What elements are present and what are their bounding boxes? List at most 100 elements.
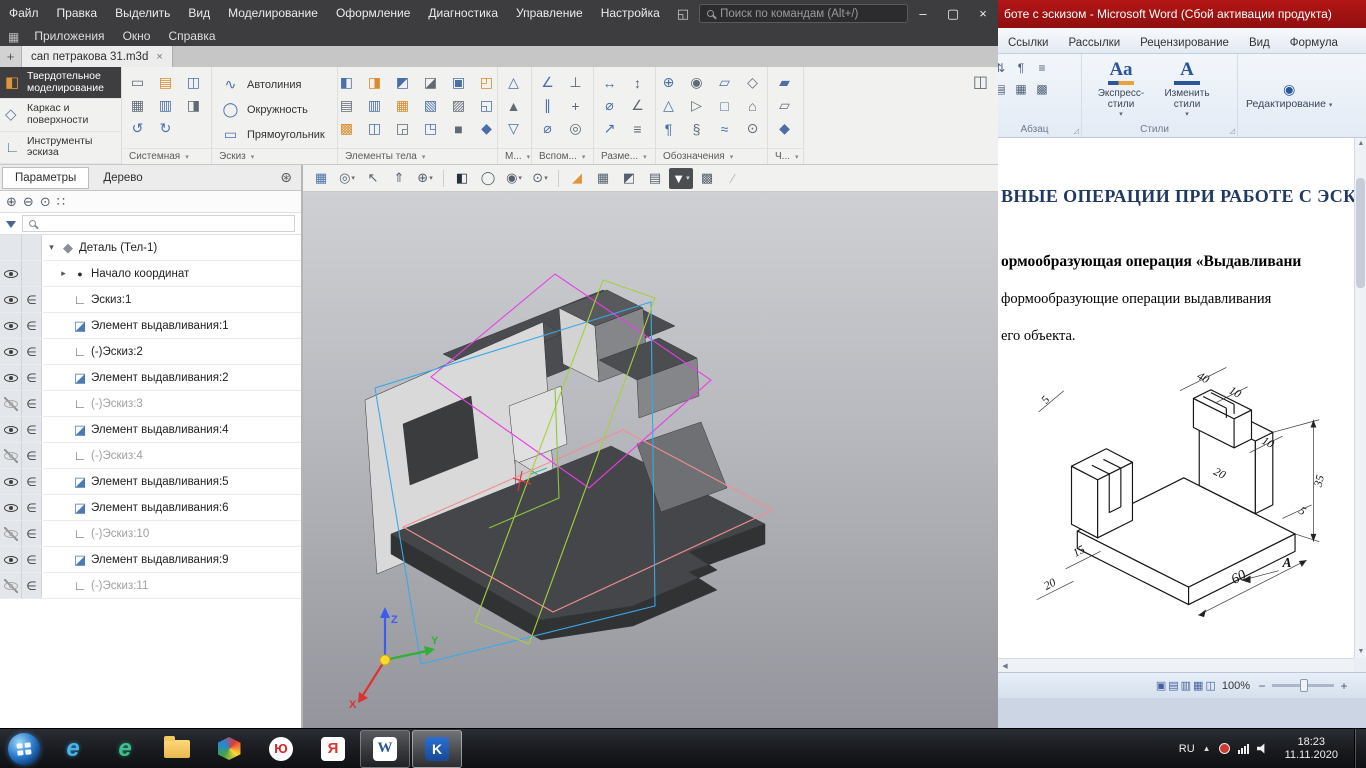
tree-item-label[interactable]: Элемент выдавливания:1 <box>91 320 229 332</box>
viewport-tool-icon[interactable]: ⇑ <box>387 168 411 189</box>
ribbon-tab[interactable]: Рассылки <box>1059 33 1131 53</box>
tree-item-label[interactable]: (-)Эскиз:2 <box>91 346 143 358</box>
toolbar-group-label[interactable]: Эскиз <box>212 148 337 164</box>
toolbar-overflow-icon[interactable]: ◫ <box>973 72 988 92</box>
toolbar-icon[interactable]: ◨ <box>182 95 205 116</box>
tree-item-label[interactable]: Элемент выдавливания:4 <box>91 424 229 436</box>
zoom-out-button[interactable]: − <box>1256 679 1268 693</box>
ribbon-tab[interactable]: Формула <box>1280 33 1348 53</box>
toolbar-icon[interactable]: + <box>564 95 587 116</box>
paragraph-tool-icon[interactable]: ▩ <box>1032 79 1052 99</box>
toolbar-icon[interactable]: ∥ <box>536 95 559 116</box>
toolbar-icon[interactable]: ◰ <box>475 72 498 93</box>
toolbar-icon[interactable]: ▱ <box>773 95 796 116</box>
paragraph-tool-icon[interactable]: ▦ <box>1011 79 1031 99</box>
toolbar-icon[interactable]: ◪ <box>419 72 442 93</box>
command-search-box[interactable]: Поиск по командам (Alt+/) <box>699 4 908 23</box>
visibility-cell[interactable] <box>0 391 22 416</box>
viewport-tool-icon[interactable]: ◉ <box>502 168 526 189</box>
tree-item-label[interactable]: Элемент выдавливания:5 <box>91 476 229 488</box>
viewport-tool-icon[interactable]: ⊙ <box>528 168 552 189</box>
visibility-cell[interactable] <box>0 365 22 390</box>
word-horizontal-scrollbar[interactable]: ◀ <box>998 658 1354 672</box>
hidden-icons-button[interactable]: ▲ <box>1203 744 1211 753</box>
taskbar-kompas-button[interactable]: K <box>412 730 462 768</box>
toolbar-group-label[interactable]: Обозначения <box>656 148 767 164</box>
visibility-cell[interactable] <box>0 235 22 260</box>
ribbon-tab[interactable]: Ссылки <box>998 33 1059 53</box>
language-indicator[interactable]: RU <box>1179 743 1195 755</box>
paragraph-tool-icon[interactable]: ⇅ <box>998 58 1010 78</box>
view-mode-icon[interactable]: ◫ <box>1205 679 1215 692</box>
minimize-button[interactable]: – <box>908 0 938 27</box>
tree-row[interactable]: ∈ ◪ Элемент выдавливания:5 <box>0 469 301 495</box>
toolbar-icon[interactable]: § <box>685 118 708 139</box>
view-mode-icon[interactable]: ▥ <box>1181 679 1191 692</box>
toolbar-group-label[interactable]: М... <box>498 148 531 164</box>
viewport-tool-icon[interactable]: ∕ <box>721 168 745 189</box>
tab-tree[interactable]: Дерево <box>89 172 156 184</box>
expand-icon[interactable]: ▸ <box>58 268 69 279</box>
tree-search-field[interactable] <box>22 215 295 232</box>
belong-icon[interactable] <box>22 235 42 260</box>
toolbar-icon[interactable]: ▭ <box>126 72 149 93</box>
toolbar-icon[interactable]: ▤ <box>154 72 177 93</box>
toolbar-group-label[interactable]: Системная <box>122 148 211 164</box>
tab-close-icon[interactable]: × <box>156 51 162 63</box>
belong-icon[interactable] <box>22 261 42 286</box>
document-tab[interactable]: сап петракова 31.m3d × <box>22 46 173 67</box>
belong-icon[interactable]: ∈ <box>22 495 42 520</box>
tree-row[interactable]: ∈ ◪ Элемент выдавливания:9 <box>0 547 301 573</box>
toolbar-icon[interactable]: ⌀ <box>536 118 559 139</box>
tree-row[interactable]: ∈ ∟ (-)Эскиз:11 <box>0 573 301 599</box>
new-tab-button[interactable]: + <box>0 46 22 67</box>
toolbar-icon[interactable]: ◩ <box>391 72 414 93</box>
toolbar-icon[interactable]: ▥ <box>363 95 386 116</box>
view-mode-icon[interactable]: ▤ <box>1168 679 1178 692</box>
toolbar-icon[interactable]: ▧ <box>419 95 442 116</box>
mode-button[interactable]: ◇ Каркас и поверхности <box>0 99 121 131</box>
viewport-tool-icon[interactable]: ▤ <box>643 168 667 189</box>
taskbar-yandex-button[interactable]: Я <box>308 730 358 768</box>
scrollbar-thumb[interactable] <box>1356 178 1365 288</box>
toolbar-icon[interactable]: ◳ <box>419 118 442 139</box>
eye-icon[interactable] <box>4 579 18 593</box>
show-desktop-button[interactable] <box>1354 729 1362 768</box>
tree-toolbar-icon[interactable]: ⊙ <box>40 194 51 210</box>
belong-icon[interactable]: ∈ <box>22 313 42 338</box>
visibility-cell[interactable] <box>0 339 22 364</box>
tree-row[interactable]: ▾ ◆ Деталь (Тел-1) <box>0 235 301 261</box>
network-icon[interactable] <box>1238 744 1249 754</box>
viewport-tool-icon[interactable]: ◎ <box>335 168 359 189</box>
clock[interactable]: 18:23 11.11.2020 <box>1277 736 1346 762</box>
toolbar-icon[interactable]: ▰ <box>773 72 796 93</box>
toolbar-icon[interactable]: ◆ <box>475 118 498 139</box>
eye-icon[interactable] <box>4 345 18 359</box>
toolbar-icon[interactable]: ∠ <box>626 95 649 116</box>
eye-icon[interactable] <box>4 319 18 333</box>
zoom-slider[interactable]: − + <box>1256 679 1350 693</box>
tab-parameters[interactable]: Параметры <box>2 167 89 189</box>
start-button[interactable] <box>8 733 40 765</box>
toolbar-icon[interactable]: ▱ <box>713 72 736 93</box>
toolbar-icon[interactable]: ▲ <box>502 95 525 116</box>
taskbar-word-button[interactable]: W <box>360 730 410 768</box>
zoom-slider-thumb[interactable] <box>1300 679 1308 692</box>
visibility-cell[interactable] <box>0 495 22 520</box>
eye-icon[interactable] <box>4 475 18 489</box>
tree-item-label[interactable]: Начало координат <box>91 268 189 280</box>
viewport-tool-icon[interactable]: ↖ <box>361 168 385 189</box>
belong-icon[interactable]: ∈ <box>22 469 42 494</box>
visibility-cell[interactable] <box>0 417 22 442</box>
tree-item-label[interactable]: (-)Эскиз:3 <box>91 398 143 410</box>
tree-item-label[interactable]: Элемент выдавливания:6 <box>91 502 229 514</box>
taskbar-yu-app-button[interactable]: Ю <box>256 730 306 768</box>
dialog-launcher-icon[interactable]: ◿ <box>1074 127 1079 135</box>
tree-toolbar-icon[interactable]: ∷ <box>57 194 65 210</box>
menu-item[interactable]: Управление <box>507 0 592 27</box>
taskbar-kompas-cube-button[interactable] <box>204 730 254 768</box>
toolbar-group-label[interactable]: Разме... <box>594 148 655 164</box>
visibility-cell[interactable] <box>0 313 22 338</box>
viewport-tool-icon[interactable]: ◧ <box>450 168 474 189</box>
tree-item-label[interactable]: Эскиз:1 <box>91 294 131 306</box>
